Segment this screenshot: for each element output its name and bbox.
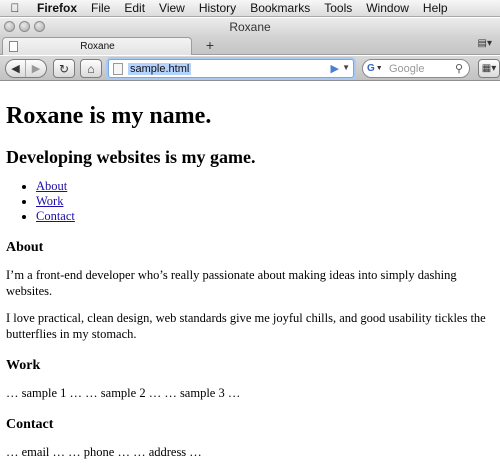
new-tab-button[interactable]: + [201, 37, 219, 53]
url-bar[interactable]: sample.html ▶ ▼ [108, 59, 354, 78]
tab-label: Roxane [80, 41, 115, 52]
list-all-tabs-icon[interactable]: ▤▾ [478, 38, 492, 49]
page-title: Roxane is my name. [6, 103, 212, 129]
chevron-down-icon: ▼ [375, 65, 383, 72]
menu-window[interactable]: Window [359, 0, 416, 17]
page-icon [9, 41, 18, 52]
nav-item: About [36, 179, 500, 194]
minimize-window-button[interactable] [19, 21, 30, 32]
url-input[interactable]: sample.html [128, 62, 192, 75]
url-history-dropdown-icon[interactable]: ▼ [342, 63, 350, 72]
about-paragraph-2: I love practical, clean design, web stan… [6, 311, 486, 341]
window-controls [4, 21, 45, 32]
window-title-bar[interactable]: Roxane [0, 18, 500, 35]
search-icon[interactable]: ⚲ [455, 62, 463, 75]
search-engine-icon[interactable]: G ▼ [367, 62, 385, 75]
page-content: Roxane is my name. Developing websites i… [0, 82, 500, 470]
apple-icon[interactable]:  [0, 1, 30, 15]
work-heading: Work [6, 358, 41, 373]
window-title: Roxane [229, 19, 271, 34]
nav-link-about[interactable]: About [36, 179, 67, 193]
nav-link-contact[interactable]: Contact [36, 209, 75, 223]
back-forward-group: ◀ ▶ [5, 59, 47, 78]
reload-button[interactable]: ↻ [53, 59, 75, 78]
contact-heading: Contact [6, 417, 54, 432]
site-identity-icon[interactable] [113, 62, 123, 75]
search-input[interactable]: Google [389, 63, 455, 75]
menu-bookmarks[interactable]: Bookmarks [243, 0, 317, 17]
work-paragraph: … sample 1 … … sample 2 … … sample 3 … [6, 386, 241, 400]
menu-help[interactable]: Help [416, 0, 455, 17]
nav-link-work[interactable]: Work [36, 194, 63, 208]
zoom-window-button[interactable] [34, 21, 45, 32]
nav-item: Work [36, 194, 500, 209]
nav-item: Contact [36, 209, 500, 224]
tab-strip: Roxane + ▤▾ [0, 35, 500, 55]
menu-edit[interactable]: Edit [117, 0, 152, 17]
go-arrow-icon[interactable]: ▶ [331, 62, 339, 75]
back-button[interactable]: ◀ [6, 60, 26, 77]
menu-tools[interactable]: Tools [317, 0, 359, 17]
search-engine-label: G [367, 63, 375, 74]
extension-button[interactable]: ▦▾ [478, 59, 500, 78]
home-button[interactable]: ⌂ [80, 59, 102, 78]
system-menu-bar:  Firefox File Edit View History Bookmar… [0, 0, 500, 17]
menu-view[interactable]: View [152, 0, 192, 17]
menu-history[interactable]: History [192, 0, 243, 17]
navigation-toolbar: ◀ ▶ ↻ ⌂ sample.html ▶ ▼ G ▼ Google ⚲ ▦▾ [0, 56, 500, 81]
menu-file[interactable]: File [84, 0, 117, 17]
menu-app-firefox[interactable]: Firefox [30, 0, 84, 17]
about-paragraph-1: I’m a front-end developer who’s really p… [6, 268, 457, 298]
close-window-button[interactable] [4, 21, 15, 32]
forward-button[interactable]: ▶ [26, 60, 46, 77]
contact-paragraph: … email … … phone … … address … [6, 445, 202, 459]
search-bar[interactable]: G ▼ Google ⚲ [362, 59, 470, 78]
about-heading: About [6, 240, 44, 255]
page-subtitle: Developing websites is my game. [6, 147, 256, 167]
tab-roxane[interactable]: Roxane [2, 37, 192, 55]
nav-list: About Work Contact [6, 179, 500, 224]
